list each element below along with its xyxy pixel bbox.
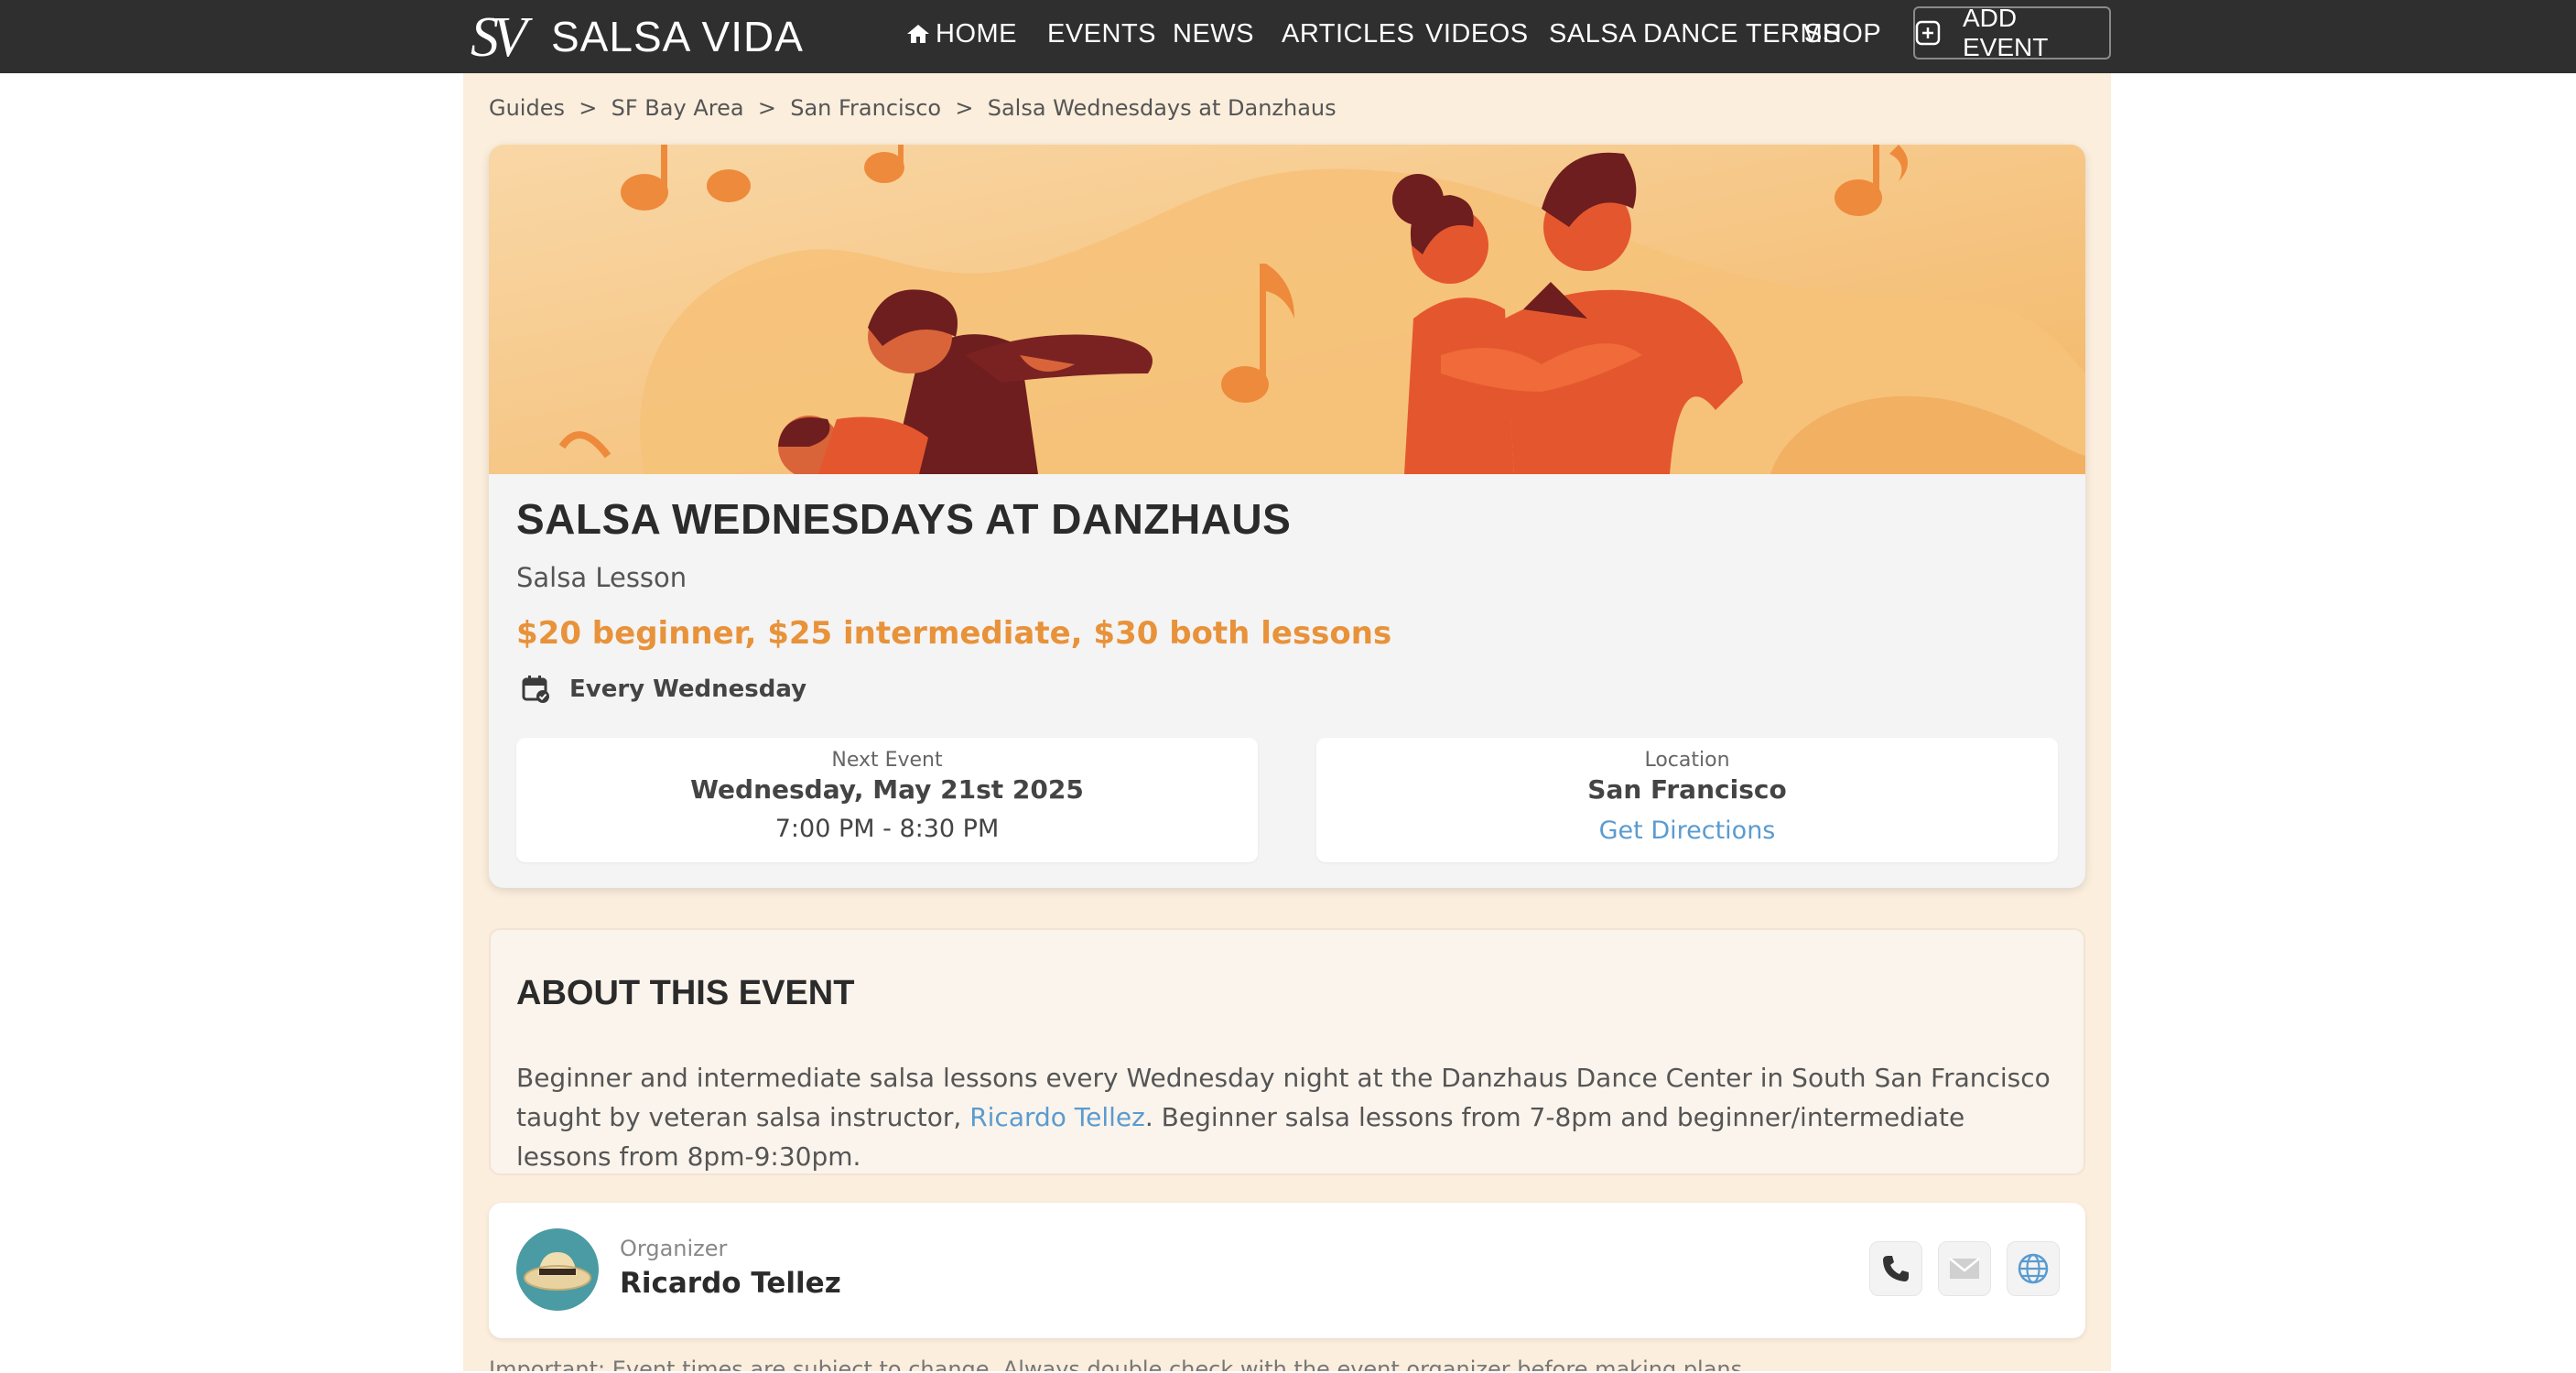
nav-salsa-dance-terms-label: SALSA DANCE TERMS (1549, 18, 1842, 49)
event-price: $20 beginner, $25 intermediate, $30 both… (516, 615, 1392, 652)
nav-shop[interactable]: SHOP (1804, 0, 1881, 68)
next-event-box: Next Event Wednesday, May 21st 2025 7:00… (516, 738, 1258, 862)
phone-icon (1883, 1256, 1909, 1281)
breadcrumb-sf-bay-area[interactable]: SF Bay Area (612, 95, 744, 121)
add-event-label: ADD EVENT (1962, 4, 2049, 61)
top-navigation-bar: S V SALSA VIDA HOME EVENTS NEWS ARTICLES… (0, 0, 2576, 73)
hat-avatar-icon (516, 1228, 599, 1311)
logo-text: SALSA VIDA (551, 13, 804, 60)
event-recurrence: Every Wednesday (520, 674, 806, 705)
nav-videos-label: VIDEOS (1425, 18, 1529, 49)
location-label: Location (1644, 749, 1730, 772)
nav-events[interactable]: EVENTS (1047, 0, 1156, 68)
email-button[interactable] (1938, 1241, 1991, 1296)
organizer-link[interactable]: Ricardo Tellez (969, 1102, 1145, 1132)
nav-shop-label: SHOP (1804, 18, 1882, 49)
breadcrumb-separator: > (571, 95, 604, 121)
organizer-avatar (516, 1228, 599, 1311)
nav-articles-label: ARTICLES (1282, 18, 1415, 49)
recurrence-label: Every Wednesday (569, 676, 807, 703)
event-type: Salsa Lesson (516, 562, 687, 593)
breadcrumb-san-francisco[interactable]: San Francisco (790, 95, 941, 121)
svg-text:V: V (492, 6, 533, 67)
hero-illustration (489, 145, 2085, 474)
organizer-name[interactable]: Ricardo Tellez (620, 1267, 841, 1300)
next-event-date: Wednesday, May 21st 2025 (690, 774, 1084, 805)
website-button[interactable] (2007, 1241, 2060, 1296)
breadcrumb-guides[interactable]: Guides (489, 95, 565, 121)
breadcrumb-separator: > (947, 95, 981, 121)
location-city: San Francisco (1587, 774, 1787, 805)
about-event-card: ABOUT THIS EVENT Beginner and intermedia… (489, 928, 2085, 1175)
organizer-card: Organizer Ricardo Tellez (489, 1203, 2085, 1338)
location-box: Location San Francisco Get Directions (1316, 738, 2058, 862)
add-event-button[interactable]: ADD EVENT (1913, 4, 2111, 61)
nav-events-label: EVENTS (1047, 18, 1157, 49)
logo-mark-icon: S V (471, 6, 533, 67)
nav-articles[interactable]: ARTICLES (1282, 0, 1414, 68)
next-event-label: Next Event (831, 749, 943, 772)
nav-news[interactable]: NEWS (1173, 0, 1254, 68)
breadcrumb: Guides > SF Bay Area > San Francisco > S… (489, 95, 1337, 121)
breadcrumb-current-page: Salsa Wednesdays at Danzhaus (987, 95, 1337, 121)
breadcrumb-separator: > (751, 95, 784, 121)
event-title: SALSA WEDNESDAYS AT DANZHAUS (516, 495, 1292, 543)
globe-icon (2018, 1253, 2049, 1284)
email-icon (1949, 1258, 1980, 1279)
about-event-description: Beginner and intermediate salsa lessons … (516, 1058, 2063, 1176)
about-event-heading: ABOUT THIS EVENT (516, 974, 855, 1012)
get-directions-link[interactable]: Get Directions (1316, 816, 2058, 845)
calendar-check-icon (522, 676, 549, 703)
nav-salsa-dance-terms[interactable]: SALSA DANCE TERMS (1549, 0, 1841, 68)
next-event-time: 7:00 PM - 8:30 PM (774, 815, 1000, 843)
nav-news-label: NEWS (1173, 18, 1254, 49)
site-logo[interactable]: S V SALSA VIDA (469, 4, 804, 70)
organizer-label: Organizer (620, 1236, 728, 1261)
home-icon (907, 25, 929, 43)
nav-home-label: HOME (936, 18, 1017, 49)
phone-button[interactable] (1869, 1241, 1922, 1296)
plus-square-icon (1915, 20, 1941, 46)
nav-videos[interactable]: VIDEOS (1425, 0, 1529, 68)
nav-home[interactable]: HOME (906, 0, 1017, 68)
